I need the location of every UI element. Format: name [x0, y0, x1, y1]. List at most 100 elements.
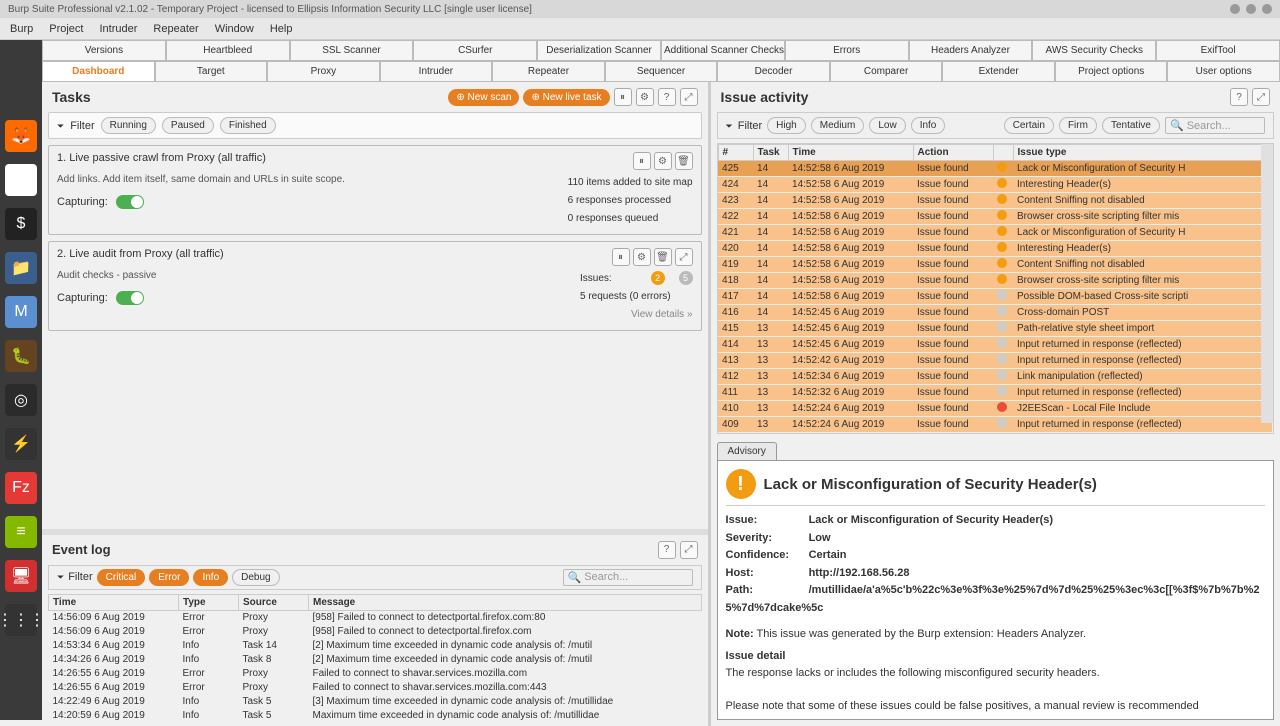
- help-icon[interactable]: ?: [658, 88, 676, 106]
- chrome-icon[interactable]: ◉: [5, 164, 37, 196]
- eventlog-row[interactable]: 14:56:09 6 Aug 2019ErrorProxy[958] Faile…: [49, 610, 702, 624]
- issue-row[interactable]: 4171414:52:58 6 Aug 2019Issue foundPossi…: [718, 289, 1272, 305]
- col-type[interactable]: Type: [179, 594, 239, 610]
- max-icon[interactable]: [1246, 4, 1256, 14]
- menu-repeater[interactable]: Repeater: [147, 21, 204, 37]
- pause-icon[interactable]: ⏸: [614, 88, 632, 106]
- eventlog-row[interactable]: 14:56:09 6 Aug 2019ErrorProxy[958] Faile…: [49, 624, 702, 638]
- issue-row[interactable]: 4241414:52:58 6 Aug 2019Issue foundInter…: [718, 177, 1272, 193]
- issue-hscroll[interactable]: [718, 433, 1273, 434]
- chip-tentative[interactable]: Tentative: [1102, 117, 1160, 134]
- eventlog-row[interactable]: 14:22:49 6 Aug 2019InfoTask 5[3] Maximum…: [49, 694, 702, 708]
- chip-high[interactable]: High: [767, 117, 806, 134]
- eventlog-row[interactable]: 14:26:55 6 Aug 2019ErrorProxyFailed to c…: [49, 680, 702, 694]
- col-message[interactable]: Message: [309, 594, 702, 610]
- menu-window[interactable]: Window: [209, 21, 260, 37]
- chip-firm[interactable]: Firm: [1059, 117, 1097, 134]
- task-2[interactable]: 2. Live audit from Proxy (all traffic) ⏸…: [48, 241, 702, 331]
- chip-medium[interactable]: Medium: [811, 117, 865, 134]
- menu-project[interactable]: Project: [43, 21, 89, 37]
- filezilla-icon[interactable]: Fz: [5, 472, 37, 504]
- vscode-icon[interactable]: ⚡: [5, 428, 37, 460]
- task2-trash-icon[interactable]: 🗑: [654, 248, 672, 266]
- task2-gear-icon[interactable]: ⚙: [633, 248, 651, 266]
- issue-help-icon[interactable]: ?: [1230, 88, 1248, 106]
- tab-aws-checks[interactable]: AWS Security Checks: [1032, 40, 1156, 60]
- issue-expand-icon[interactable]: ⤢: [1252, 88, 1270, 106]
- tab-project-options[interactable]: Project options: [1055, 61, 1168, 82]
- tab-errors[interactable]: Errors: [785, 40, 909, 60]
- eventlog-search[interactable]: 🔍 Search...: [563, 569, 693, 586]
- new-scan-button[interactable]: ⊕ New scan: [448, 89, 519, 106]
- eventlog-row[interactable]: 14:34:26 6 Aug 2019InfoTask 8[2] Maximum…: [49, 652, 702, 666]
- issue-row[interactable]: 4231414:52:58 6 Aug 2019Issue foundConte…: [718, 193, 1272, 209]
- bug-icon[interactable]: 🐛: [5, 340, 37, 372]
- firefox-icon[interactable]: 🦊: [5, 120, 37, 152]
- tab-proxy[interactable]: Proxy: [267, 61, 380, 82]
- col-issuetype[interactable]: Issue type: [1013, 145, 1272, 161]
- new-live-task-button[interactable]: ⊕ New live task: [523, 89, 609, 106]
- menu-intruder[interactable]: Intruder: [94, 21, 144, 37]
- tab-target[interactable]: Target: [155, 61, 268, 82]
- task1-trash-icon[interactable]: 🗑: [675, 152, 693, 170]
- chip-low[interactable]: Low: [869, 117, 905, 134]
- col-num[interactable]: #: [718, 145, 753, 161]
- terminal-icon[interactable]: $: [5, 208, 37, 240]
- issue-row[interactable]: 4211414:52:58 6 Aug 2019Issue foundLack …: [718, 225, 1272, 241]
- obs-icon[interactable]: ◎: [5, 384, 37, 416]
- sublime-icon[interactable]: ≡: [5, 516, 37, 548]
- col-time[interactable]: Time: [49, 594, 179, 610]
- tab-additional-checks[interactable]: Additional Scanner Checks: [661, 40, 785, 60]
- tab-heartbleed[interactable]: Heartbleed: [166, 40, 290, 60]
- col-action[interactable]: Action: [913, 145, 993, 161]
- tab-sslscanner[interactable]: SSL Scanner: [290, 40, 414, 60]
- task2-toggle[interactable]: [116, 291, 144, 305]
- close-icon[interactable]: [1262, 4, 1272, 14]
- tab-versions[interactable]: Versions: [42, 40, 166, 60]
- chip-running[interactable]: Running: [101, 117, 156, 134]
- issue-row[interactable]: 4151314:52:45 6 Aug 2019Issue foundPath-…: [718, 321, 1272, 337]
- tab-deserialization[interactable]: Deserialization Scanner: [537, 40, 661, 60]
- chip-critical[interactable]: Critical: [97, 569, 146, 586]
- tab-extender[interactable]: Extender: [942, 61, 1055, 82]
- menu-help[interactable]: Help: [264, 21, 299, 37]
- chip-info[interactable]: Info: [193, 569, 228, 586]
- apps-icon[interactable]: ⋮⋮⋮: [5, 604, 37, 636]
- issue-row[interactable]: 4101314:52:24 6 Aug 2019Issue foundJ2EES…: [718, 401, 1272, 417]
- eventlog-help-icon[interactable]: ?: [658, 541, 676, 559]
- issue-row[interactable]: 4191414:52:58 6 Aug 2019Issue foundConte…: [718, 257, 1272, 273]
- task1-gear-icon[interactable]: ⚙: [654, 152, 672, 170]
- task-1[interactable]: 1. Live passive crawl from Proxy (all tr…: [48, 145, 702, 235]
- min-icon[interactable]: [1230, 4, 1240, 14]
- view-details-link[interactable]: View details »: [580, 306, 693, 324]
- menu-burp[interactable]: Burp: [4, 21, 39, 37]
- tab-decoder[interactable]: Decoder: [717, 61, 830, 82]
- issue-search[interactable]: 🔍 Search...: [1165, 117, 1265, 134]
- metasploit-icon[interactable]: M: [5, 296, 37, 328]
- issue-row[interactable]: 4111314:52:32 6 Aug 2019Issue foundInput…: [718, 385, 1272, 401]
- files-icon[interactable]: 📁: [5, 252, 37, 284]
- tab-repeater[interactable]: Repeater: [492, 61, 605, 82]
- issue-row[interactable]: 4141314:52:45 6 Aug 2019Issue foundInput…: [718, 337, 1272, 353]
- task1-toggle[interactable]: [116, 195, 144, 209]
- tab-csurfer[interactable]: CSurfer: [413, 40, 537, 60]
- issue-row[interactable]: 4161414:52:45 6 Aug 2019Issue foundCross…: [718, 305, 1272, 321]
- tab-dashboard[interactable]: Dashboard: [42, 61, 155, 82]
- tab-intruder[interactable]: Intruder: [380, 61, 493, 82]
- tab-advisory[interactable]: Advisory: [717, 442, 777, 460]
- col-task[interactable]: Task: [753, 145, 788, 161]
- tab-comparer[interactable]: Comparer: [830, 61, 943, 82]
- task1-pause-icon[interactable]: ⏸: [633, 152, 651, 170]
- issue-row[interactable]: 4251414:52:58 6 Aug 2019Issue foundLack …: [718, 161, 1272, 177]
- chip-info-sev[interactable]: Info: [911, 117, 946, 134]
- issue-row[interactable]: 4091314:52:24 6 Aug 2019Issue foundInput…: [718, 417, 1272, 433]
- issue-row[interactable]: 4131314:52:42 6 Aug 2019Issue foundInput…: [718, 353, 1272, 369]
- issue-row[interactable]: 4181414:52:58 6 Aug 2019Issue foundBrows…: [718, 273, 1272, 289]
- tab-user-options[interactable]: User options: [1167, 61, 1280, 82]
- expand-icon[interactable]: ⤢: [680, 88, 698, 106]
- tab-exiftool[interactable]: ExifTool: [1156, 40, 1280, 60]
- issue-vscroll[interactable]: [1261, 144, 1273, 423]
- chip-debug[interactable]: Debug: [232, 569, 279, 586]
- chip-finished[interactable]: Finished: [220, 117, 276, 134]
- issue-row[interactable]: 4221414:52:58 6 Aug 2019Issue foundBrows…: [718, 209, 1272, 225]
